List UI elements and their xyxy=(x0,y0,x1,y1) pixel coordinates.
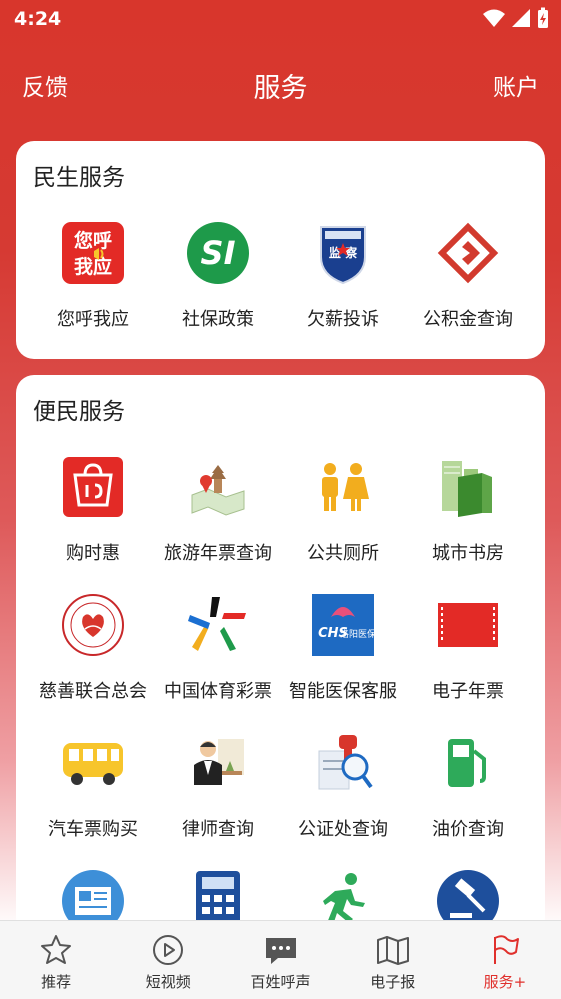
service-item-label: 汽车票购买 xyxy=(48,819,138,840)
bottom-navigation: 推荐 短视频 百姓呼声 电子报 服务+ xyxy=(0,920,561,999)
e-ticket-icon xyxy=(436,593,500,657)
fuel-pump-icon xyxy=(436,731,500,795)
nav-label: 服务+ xyxy=(483,973,527,991)
service-item-travel-pass[interactable]: 旅游年票查询 xyxy=(156,455,281,593)
nav-label: 百姓呼声 xyxy=(250,973,311,991)
page-title: 服务 xyxy=(253,73,308,104)
nav-tab-public-voice[interactable]: 百姓呼声 xyxy=(224,921,336,999)
star-icon xyxy=(39,933,73,967)
service-item-lawyer[interactable]: 律师查询 xyxy=(156,731,281,869)
status-icons xyxy=(483,7,549,29)
service-item-housing-fund[interactable]: 公积金查询 xyxy=(406,221,531,359)
travel-map-pin-icon xyxy=(186,455,250,519)
service-item-label: 欠薪投诉 xyxy=(307,309,379,330)
service-item-label: 购时惠 xyxy=(66,543,120,564)
notary-stamp-icon xyxy=(311,731,375,795)
service-item-sports-lottery[interactable]: 中国体育彩票 xyxy=(156,593,281,731)
play-circle-icon xyxy=(151,933,185,967)
livelihood-services-grid: 您呼 我应 您呼我应 SI 社保政策 监 察 欠薪投诉 公积金查询 xyxy=(16,221,545,359)
bus-icon xyxy=(61,731,125,795)
nav-tab-e-newspaper[interactable]: 电子报 xyxy=(337,921,449,999)
section-title: 民生服务 xyxy=(33,165,125,191)
service-item-label: 智能医保客服 xyxy=(289,681,397,702)
status-bar: 4:24 xyxy=(0,0,561,40)
shopping-bag-icon xyxy=(61,455,125,519)
service-item-label: 公证处查询 xyxy=(298,819,388,840)
top-bar: 反馈 服务 账户 xyxy=(0,58,561,108)
service-item-label: 油价查询 xyxy=(432,819,504,840)
service-item-ninhu-woying[interactable]: 您呼 我应 您呼我应 xyxy=(31,221,156,359)
housing-fund-logo-icon xyxy=(436,221,500,285)
service-item-label: 社保政策 xyxy=(182,309,254,330)
map-paper-icon xyxy=(376,933,410,967)
service-item-label: 城市书房 xyxy=(432,543,504,564)
service-item-charity[interactable]: 慈善联合总会 xyxy=(31,593,156,731)
convenience-services-card: 便民服务 购时惠 旅游年票查询 公共厕所 城市书房 慈善联合总会 中国体育彩票 … xyxy=(16,375,545,935)
service-item-fuel-price[interactable]: 油价查询 xyxy=(406,731,531,869)
icon-text: SI xyxy=(201,234,236,272)
nav-tab-services[interactable]: 服务+ xyxy=(449,921,561,999)
service-item-label: 旅游年票查询 xyxy=(164,543,272,564)
livelihood-services-card: 民生服务 您呼 我应 您呼我应 SI 社保政策 监 察 欠薪投诉 公积金查询 xyxy=(16,141,545,359)
nav-tab-short-video[interactable]: 短视频 xyxy=(112,921,224,999)
service-item-city-library[interactable]: 城市书房 xyxy=(406,455,531,593)
service-item-label: 慈善联合总会 xyxy=(39,681,147,702)
service-item-notary[interactable]: 公证处查询 xyxy=(281,731,406,869)
cell-signal-icon xyxy=(512,9,530,27)
lawyer-icon xyxy=(186,731,250,795)
nav-label: 短视频 xyxy=(145,973,191,991)
icon-text: 洛阳医保 xyxy=(340,628,375,640)
wifi-icon xyxy=(483,9,505,27)
flag-icon xyxy=(488,933,522,967)
nav-label: 电子报 xyxy=(370,973,416,991)
service-item-label: 您呼我应 xyxy=(57,309,129,330)
section-title: 便民服务 xyxy=(33,399,125,425)
battery-charging-icon xyxy=(538,7,548,28)
service-item-label: 公积金查询 xyxy=(423,309,513,330)
service-item-label: 公共厕所 xyxy=(307,543,379,564)
ninhu-woying-icon: 您呼 我应 xyxy=(61,221,125,285)
status-time: 4:24 xyxy=(14,8,62,30)
account-button[interactable]: 账户 xyxy=(493,68,539,102)
sports-lottery-star-icon xyxy=(186,593,250,657)
service-item-label: 律师查询 xyxy=(182,819,254,840)
service-item-label: 中国体育彩票 xyxy=(164,681,272,702)
icon-text: 您呼 xyxy=(74,229,112,252)
medical-insurance-chs-icon: CHS 洛阳医保 xyxy=(311,593,375,657)
chat-bubble-icon xyxy=(264,933,298,967)
service-item-e-ticket[interactable]: 电子年票 xyxy=(406,593,531,731)
service-item-bus-ticket[interactable]: 汽车票购买 xyxy=(31,731,156,869)
charity-federation-seal-icon xyxy=(61,593,125,657)
icon-text: 我应 xyxy=(74,255,112,278)
public-toilet-icon xyxy=(311,455,375,519)
service-item-public-toilet[interactable]: 公共厕所 xyxy=(281,455,406,593)
service-item-social-security[interactable]: SI 社保政策 xyxy=(156,221,281,359)
service-item-label: 电子年票 xyxy=(432,681,504,702)
service-item-shopping[interactable]: 购时惠 xyxy=(31,455,156,593)
service-item-medical-insurance[interactable]: CHS 洛阳医保 智能医保客服 xyxy=(281,593,406,731)
convenience-services-grid: 购时惠 旅游年票查询 公共厕所 城市书房 慈善联合总会 中国体育彩票 CHS 洛… xyxy=(16,455,545,999)
nav-tab-recommend[interactable]: 推荐 xyxy=(0,921,112,999)
labor-supervision-badge-icon: 监 察 xyxy=(311,221,375,285)
social-security-si-icon: SI xyxy=(186,221,250,285)
nav-label: 推荐 xyxy=(41,973,72,991)
service-item-wage-complaint[interactable]: 监 察 欠薪投诉 xyxy=(281,221,406,359)
city-library-icon xyxy=(436,455,500,519)
